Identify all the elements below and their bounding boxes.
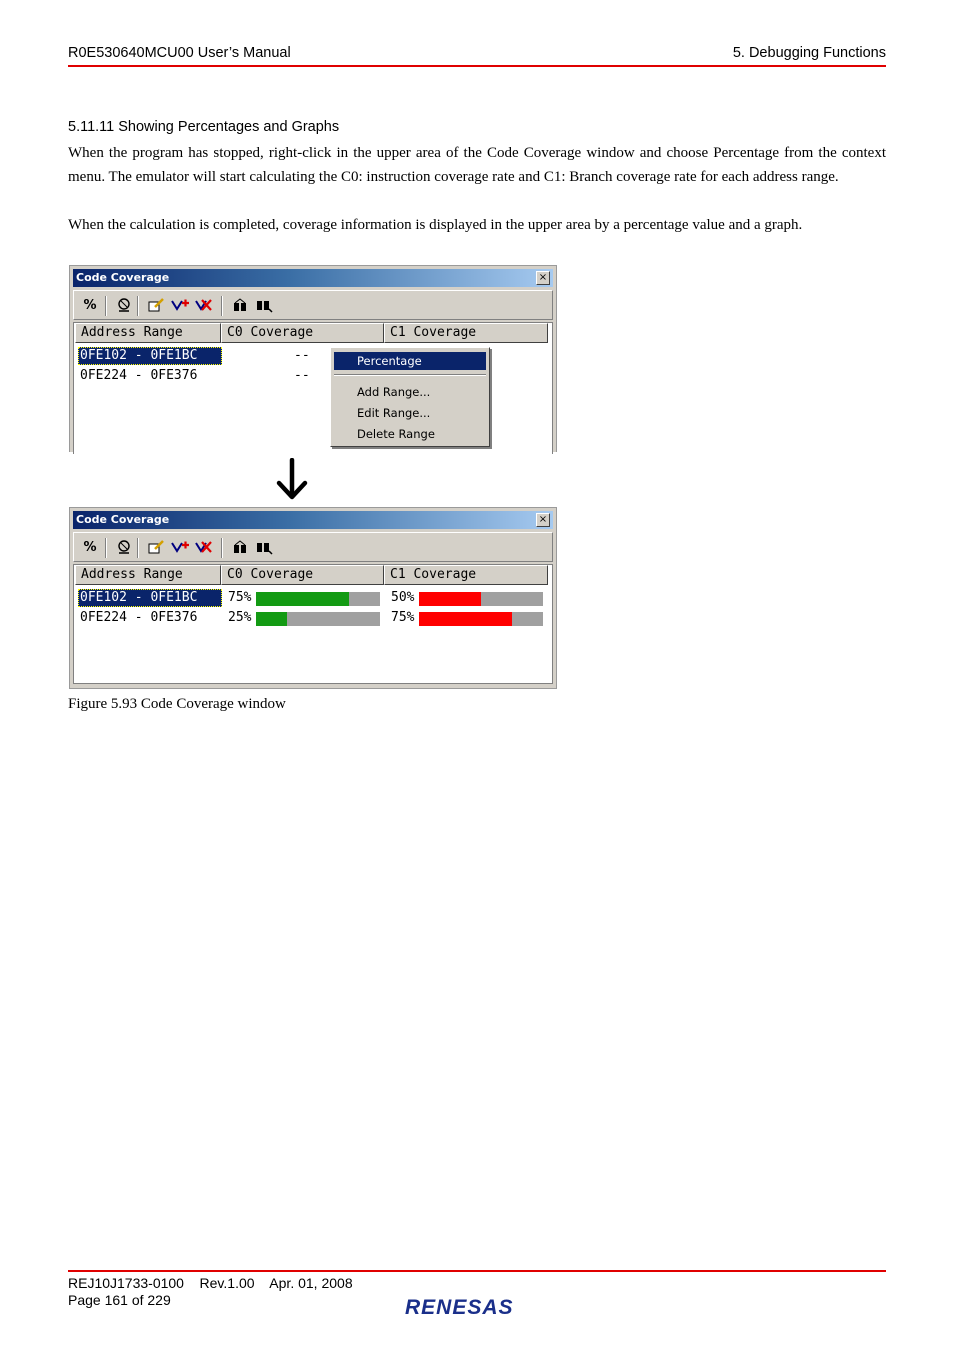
logo-text: RENESAS: [405, 1296, 514, 1319]
renesas-logo: RENESAS: [405, 1296, 514, 1319]
address-range-cell[interactable]: 0FE224 - 0FE376: [78, 367, 222, 385]
c1-bar-fill: [419, 612, 512, 626]
coverage-grid: Address Range C0 Coverage C1 Coverage 0F…: [73, 564, 553, 684]
code-coverage-window-after: Code Coverage × % Address Range C0 Cover…: [69, 507, 557, 689]
find-icon[interactable]: [254, 297, 274, 315]
manual-title: R0E530640MCU00 User’s Manual: [68, 45, 291, 61]
toolbar-separator: [105, 538, 107, 558]
column-header-address-range[interactable]: Address Range: [75, 565, 221, 585]
c0-bar-fill: [256, 612, 287, 626]
column-header-c0-coverage[interactable]: C0 Coverage: [221, 565, 384, 585]
c0-coverage-bar: [256, 592, 380, 606]
close-button[interactable]: ×: [536, 271, 550, 285]
window-title: Code Coverage: [76, 513, 170, 526]
window-title: Code Coverage: [76, 271, 170, 284]
window-titlebar[interactable]: Code Coverage ×: [73, 511, 553, 529]
add-range-icon[interactable]: [170, 539, 190, 557]
footer-rule: [68, 1270, 886, 1272]
toolbar-separator: [221, 538, 223, 558]
chapter-title: 5. Debugging Functions: [732, 45, 886, 61]
find-icon[interactable]: [254, 539, 274, 557]
coverage-icon[interactable]: [114, 539, 134, 557]
table-row[interactable]: 0FE102 - 0FE1BC 75% 50%: [76, 589, 546, 607]
c0-coverage-cell: --: [294, 368, 310, 383]
toolbar-separator: [137, 296, 139, 316]
column-header-c0-coverage[interactable]: C0 Coverage: [221, 323, 384, 343]
menu-separator: [334, 374, 486, 376]
column-header-c1-coverage[interactable]: C1 Coverage: [384, 565, 548, 585]
page-number: Page 161 of 229: [68, 1292, 171, 1308]
window-titlebar[interactable]: Code Coverage ×: [73, 269, 553, 287]
c1-percent-label: 50%: [391, 590, 415, 605]
refresh-icon[interactable]: [230, 297, 250, 315]
toolbar-separator: [137, 538, 139, 558]
context-menu: Percentage Add Range... Edit Range... De…: [330, 347, 490, 447]
toolbar: %: [73, 532, 553, 562]
refresh-icon[interactable]: [230, 539, 250, 557]
menu-item-percentage[interactable]: Percentage: [334, 352, 486, 370]
toolbar-separator: [105, 296, 107, 316]
column-header-address-range[interactable]: Address Range: [75, 323, 221, 343]
c1-bar-fill: [419, 592, 481, 606]
menu-item-delete-range[interactable]: Delete Range: [334, 425, 486, 443]
c1-coverage-bar: [419, 592, 543, 606]
address-range-cell[interactable]: 0FE102 - 0FE1BC: [78, 589, 222, 607]
page-header: R0E530640MCU00 User’s Manual 5. Debuggin…: [68, 45, 886, 67]
address-range-cell[interactable]: 0FE224 - 0FE376: [78, 609, 222, 627]
percent-icon[interactable]: %: [80, 539, 100, 557]
c0-percent-label: 75%: [228, 590, 252, 605]
paragraph-1: When the program has stopped, right-clic…: [68, 145, 886, 185]
c0-bar-fill: [256, 592, 349, 606]
delete-range-icon[interactable]: [194, 297, 214, 315]
c1-coverage-bar: [419, 612, 543, 626]
close-button[interactable]: ×: [536, 513, 550, 527]
table-row[interactable]: 0FE224 - 0FE376 25% 75%: [76, 609, 546, 627]
menu-item-add-range[interactable]: Add Range...: [334, 383, 486, 401]
document-number: REJ10J1733-0100 Rev.1.00 Apr. 01, 2008: [68, 1275, 353, 1291]
c0-coverage-bar: [256, 612, 380, 626]
edit-range-icon[interactable]: [146, 297, 166, 315]
section-title: 5.11.11 Showing Percentages and Graphs: [68, 119, 340, 135]
delete-range-icon[interactable]: [194, 539, 214, 557]
toolbar: %: [73, 290, 553, 320]
add-range-icon[interactable]: [170, 297, 190, 315]
percent-icon[interactable]: %: [80, 297, 100, 315]
toolbar-separator: [221, 296, 223, 316]
edit-range-icon[interactable]: [146, 539, 166, 557]
column-header-c1-coverage[interactable]: C1 Coverage: [384, 323, 548, 343]
c1-percent-label: 75%: [391, 610, 415, 625]
address-range-cell[interactable]: 0FE102 - 0FE1BC: [78, 347, 222, 365]
c0-coverage-cell: --: [294, 348, 310, 363]
c0-percent-label: 25%: [228, 610, 252, 625]
down-arrow-icon: [276, 458, 308, 500]
paragraph-2: When the calculation is completed, cover…: [68, 217, 803, 233]
coverage-icon[interactable]: [114, 297, 134, 315]
figure-caption: Figure 5.93 Code Coverage window: [68, 696, 286, 712]
menu-item-edit-range[interactable]: Edit Range...: [334, 404, 486, 422]
